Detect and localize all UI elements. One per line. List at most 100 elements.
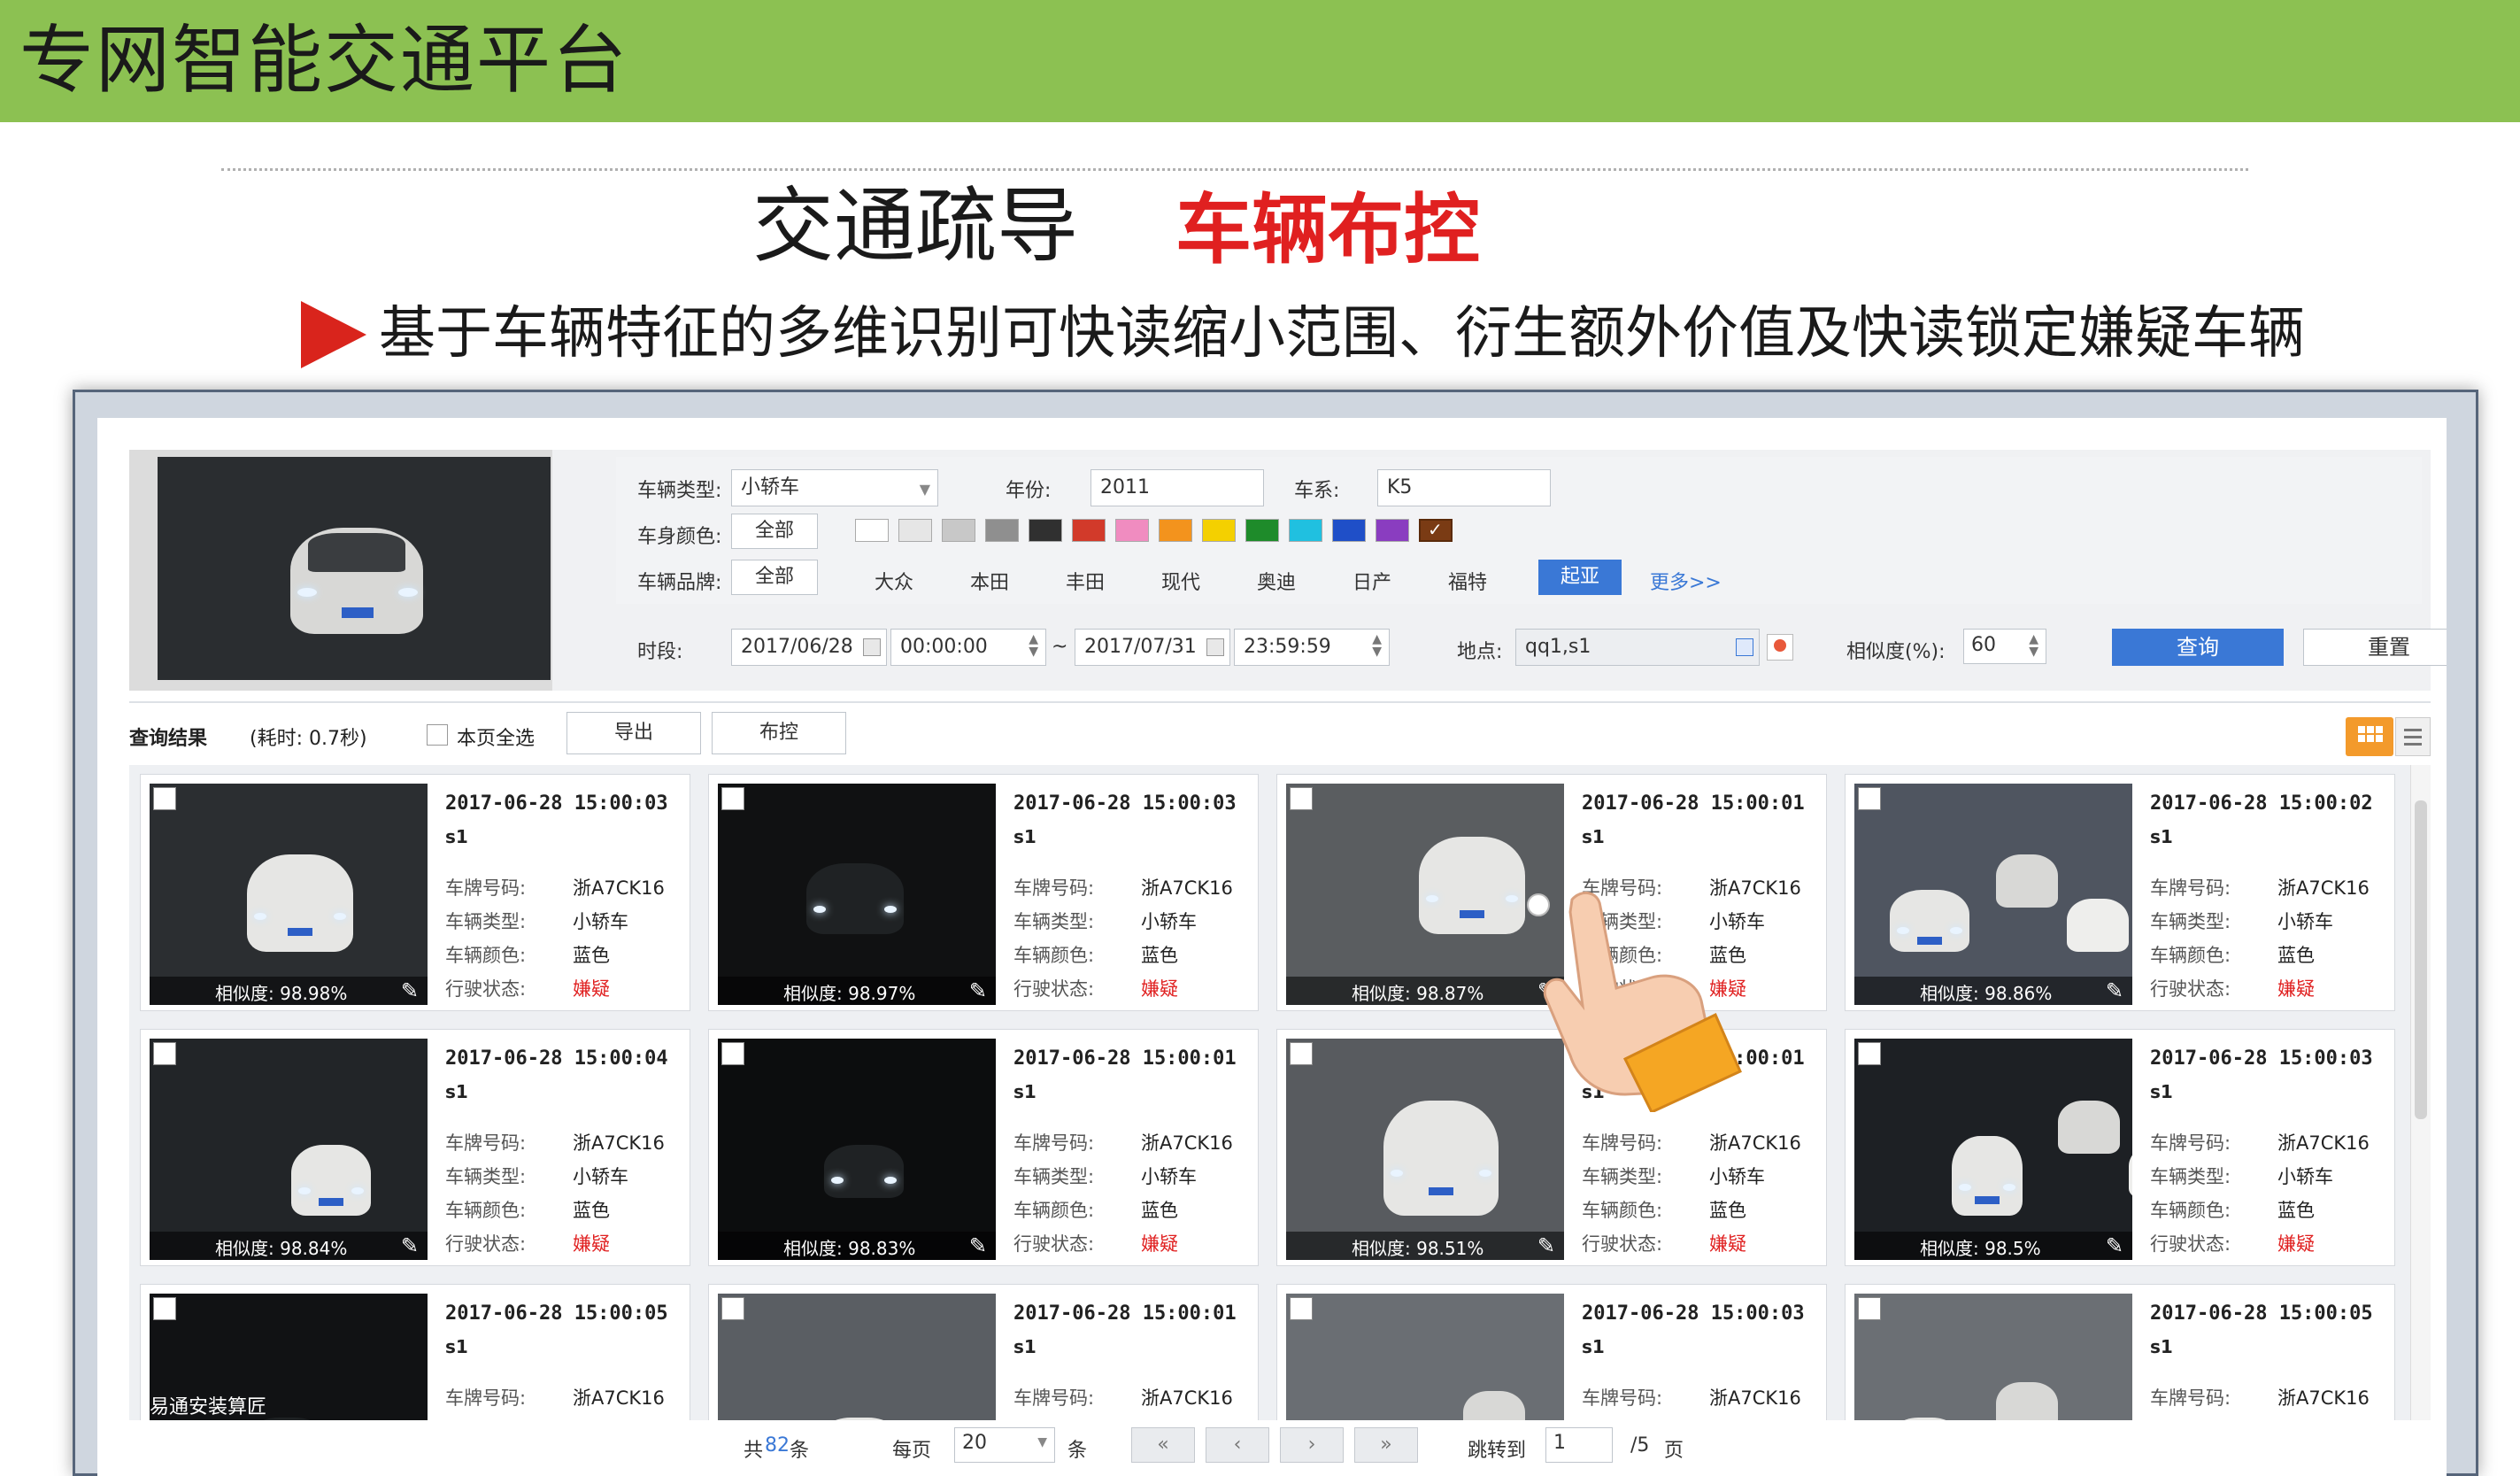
end-date-input[interactable]: 2017/07/31 xyxy=(1075,629,1230,666)
vehicle-snapshot[interactable]: 相似度: 98.84% ✎ xyxy=(150,1039,428,1260)
brand-option[interactable]: 奥迪 xyxy=(1257,567,1296,595)
control-button[interactable]: 布控 xyxy=(712,712,846,754)
capture-site: s1 xyxy=(445,826,468,847)
color-swatch[interactable] xyxy=(1115,519,1149,542)
edit-icon[interactable]: ✎ xyxy=(401,1233,419,1258)
select-checkbox[interactable] xyxy=(1858,1042,1881,1065)
brand-option[interactable]: 日产 xyxy=(1352,567,1391,595)
prev-page-button[interactable]: ‹ xyxy=(1206,1427,1269,1463)
select-checkbox[interactable] xyxy=(1858,1297,1881,1320)
color-swatch[interactable] xyxy=(985,519,1019,542)
edit-icon[interactable]: ✎ xyxy=(401,978,419,1003)
query-button[interactable]: 查询 xyxy=(2112,629,2284,666)
edit-icon[interactable]: ✎ xyxy=(1537,1233,1555,1258)
color-swatch[interactable] xyxy=(1289,519,1322,542)
export-button[interactable]: 导出 xyxy=(566,712,701,754)
last-page-button[interactable]: » xyxy=(1354,1427,1418,1463)
color-swatch[interactable] xyxy=(1202,519,1236,542)
similarity-input[interactable]: 60 ▲ ▼ xyxy=(1963,629,2046,664)
edit-icon[interactable]: ✎ xyxy=(969,1233,987,1258)
start-date-input[interactable]: 2017/06/28 xyxy=(731,629,887,666)
vehicle-snapshot[interactable]: 相似度: 98.97% ✎ xyxy=(718,784,996,1005)
per-page-select[interactable]: 20 ▼ xyxy=(954,1427,1055,1463)
scrollbar-thumb[interactable] xyxy=(2415,800,2427,1119)
next-page-button[interactable]: › xyxy=(1280,1427,1344,1463)
vehicle-snapshot[interactable]: 相似度: 98.83% ✎ xyxy=(718,1039,996,1260)
result-card[interactable]: 相似度: 98.84% ✎ 2017-06-28 15:00:04 s1 车牌号码: 浙A… xyxy=(140,1029,690,1266)
result-card[interactable]: 相似度: 98.86% ✎ 2017-06-28 15:00:02 s1 车牌号码: 浙A… xyxy=(1845,774,2395,1011)
color-swatch[interactable] xyxy=(1029,519,1062,542)
result-card[interactable]: 相似度: 98.5% ✎ 2017-06-28 15:00:03 s1 车牌号码: 浙A7… xyxy=(1845,1029,2395,1266)
end-time-input[interactable]: 23:59:59 ▲ ▼ xyxy=(1234,629,1390,666)
map-pin-button[interactable] xyxy=(1767,634,1793,661)
year-input[interactable]: 2011 xyxy=(1090,469,1264,506)
chevron-down-icon: ▼ xyxy=(919,481,930,498)
color-swatch[interactable] xyxy=(1159,519,1192,542)
select-checkbox[interactable] xyxy=(1290,1042,1313,1065)
result-card[interactable]: 易通安装算匠 2017-06-28 15:00:05 s1 车牌号码: 浙A7CK16 车… xyxy=(140,1284,690,1420)
select-all-checkbox[interactable] xyxy=(427,724,448,746)
vehicle-snapshot[interactable] xyxy=(718,1294,996,1420)
vehicle-snapshot[interactable]: 易通安装算匠 xyxy=(150,1294,428,1420)
vehicle-snapshot[interactable]: 相似度: 98.98% ✎ xyxy=(150,784,428,1005)
similarity-bar: 相似度: 98.51% ✎ xyxy=(1286,1232,1564,1260)
select-checkbox[interactable] xyxy=(721,1042,744,1065)
select-checkbox[interactable] xyxy=(153,1297,176,1320)
color-swatch[interactable] xyxy=(1072,519,1106,542)
similarity-value: 相似度: 98.98% xyxy=(215,983,348,1004)
result-card[interactable]: 2017-06-28 15:00:01 s1 车牌号码: 浙A7CK16 车辆类型: 小轿… xyxy=(708,1284,1259,1420)
location-input[interactable]: qq1,s1 xyxy=(1515,629,1760,666)
select-checkbox[interactable] xyxy=(721,787,744,810)
edit-icon[interactable]: ✎ xyxy=(2106,978,2123,1003)
more-brands-link[interactable]: 更多>> xyxy=(1650,567,1722,595)
spinner-icon: ▲ ▼ xyxy=(1372,632,1382,659)
select-checkbox[interactable] xyxy=(153,1042,176,1065)
brand-option[interactable]: 大众 xyxy=(875,567,913,595)
select-checkbox[interactable] xyxy=(721,1297,744,1320)
grid-view-button[interactable] xyxy=(2346,717,2393,756)
result-card[interactable]: 相似度: 98.98% ✎ 2017-06-28 15:00:03 s1 车牌号码: 浙A… xyxy=(140,774,690,1011)
color-all-button[interactable]: 全部 xyxy=(731,514,818,549)
brand-option[interactable]: 丰田 xyxy=(1066,567,1105,595)
color-swatch[interactable] xyxy=(898,519,932,542)
select-checkbox[interactable] xyxy=(153,787,176,810)
result-card[interactable]: 相似度: 98.83% ✎ 2017-06-28 15:00:01 s1 车牌号码: 浙A… xyxy=(708,1029,1259,1266)
list-view-button[interactable] xyxy=(2395,717,2431,756)
first-page-button[interactable]: « xyxy=(1131,1427,1195,1463)
start-time-input[interactable]: 00:00:00 ▲ ▼ xyxy=(890,629,1046,666)
vehicle-snapshot[interactable] xyxy=(1854,1294,2132,1420)
vehicle-snapshot[interactable]: 相似度: 98.5% ✎ xyxy=(1854,1039,2132,1260)
color-swatch[interactable]: ✓ xyxy=(1419,519,1453,542)
vehicle-snapshot[interactable] xyxy=(1286,1294,1564,1420)
color-swatch[interactable] xyxy=(942,519,975,542)
reset-button[interactable]: 重置 xyxy=(2303,629,2447,666)
brand-all-button[interactable]: 全部 xyxy=(731,560,818,595)
result-card[interactable]: 2017-06-28 15:00:05 s1 车牌号码: 浙A7CK16 车辆类型: 小轿… xyxy=(1845,1284,2395,1420)
brand-option[interactable]: 本田 xyxy=(970,567,1009,595)
result-card[interactable]: 相似度: 98.97% ✎ 2017-06-28 15:00:03 s1 车牌号码: 浙A… xyxy=(708,774,1259,1011)
color-swatch[interactable] xyxy=(1245,519,1279,542)
vehicle-type-select[interactable]: 小轿车 ▼ xyxy=(731,469,938,506)
similarity-bar: 相似度: 98.98% ✎ xyxy=(150,977,428,1005)
capture-site: s1 xyxy=(1013,1081,1037,1102)
select-checkbox[interactable] xyxy=(1858,787,1881,810)
series-input[interactable]: K5 xyxy=(1377,469,1551,506)
color-swatch[interactable] xyxy=(1376,519,1409,542)
select-checkbox[interactable] xyxy=(1290,787,1313,810)
vehicle-snapshot[interactable]: 相似度: 98.86% ✎ xyxy=(1854,784,2132,1005)
plate-number-label: 车牌号码: xyxy=(1582,1387,1663,1409)
edit-icon[interactable]: ✎ xyxy=(2106,1233,2123,1258)
color-swatch[interactable] xyxy=(855,519,889,542)
color-swatch[interactable] xyxy=(1332,519,1366,542)
edit-icon[interactable]: ✎ xyxy=(969,978,987,1003)
vehicle-type-label: 车辆类型: xyxy=(445,1418,526,1420)
brand-kia-button[interactable]: 起亚 xyxy=(1538,560,1622,595)
brand-option[interactable]: 现代 xyxy=(1161,567,1200,595)
brand-option[interactable]: 福特 xyxy=(1448,567,1487,595)
goto-page-input[interactable]: 1 xyxy=(1545,1427,1613,1463)
results-scrollbar[interactable] xyxy=(2410,765,2431,1420)
select-checkbox[interactable] xyxy=(1290,1297,1313,1320)
location-picker-icon[interactable] xyxy=(1736,638,1753,656)
result-card[interactable]: 2017-06-28 15:00:03 s1 车牌号码: 浙A7CK16 车辆类型: 小轿… xyxy=(1276,1284,1827,1420)
vehicle-type-label: 车辆类型: xyxy=(2150,1418,2231,1420)
